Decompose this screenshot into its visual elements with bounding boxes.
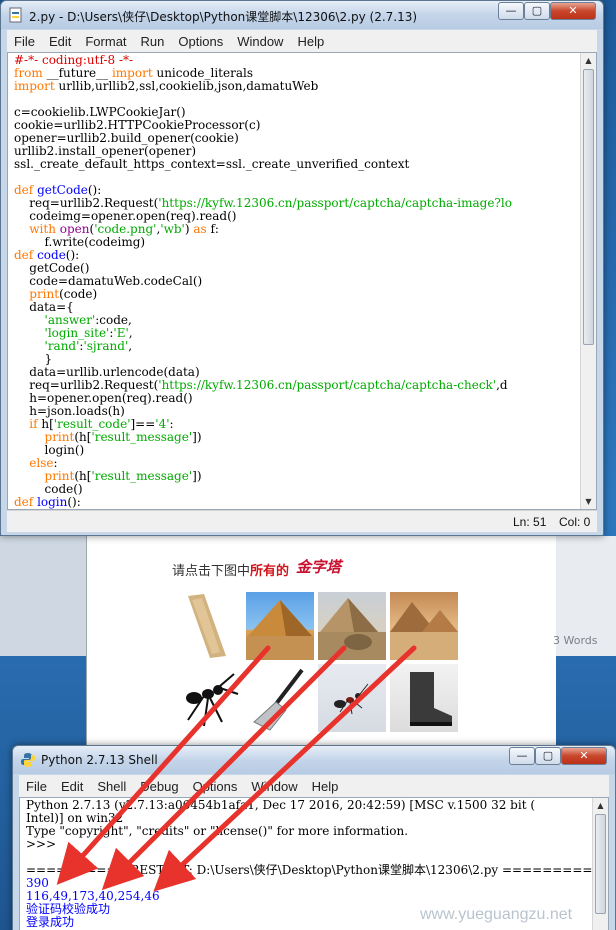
captcha-success-message: 验证码校验成功: [26, 902, 111, 916]
shell-scrollbar[interactable]: ▲: [592, 798, 608, 930]
captcha-tile-boot[interactable]: [390, 664, 458, 732]
column-number: Col: 0: [559, 515, 591, 529]
scrollbar-thumb[interactable]: [595, 814, 606, 914]
python-icon: [21, 753, 35, 767]
captcha-tile-pyramid-1[interactable]: [246, 592, 314, 660]
minimize-button[interactable]: —: [509, 747, 535, 765]
menu-format[interactable]: Format: [78, 30, 133, 49]
code-text[interactable]: #-*- coding:utf-8 -*- from __future__ im…: [8, 53, 596, 509]
captcha-tile-spatula[interactable]: [246, 664, 314, 732]
captcha-tile-wood-strip[interactable]: [174, 592, 242, 660]
editor-menubar: File Edit Format Run Options Window Help: [7, 30, 597, 52]
menu-shell[interactable]: Shell: [90, 775, 133, 794]
scrollbar-thumb[interactable]: [583, 69, 594, 345]
close-button[interactable]: ✕: [561, 747, 607, 765]
captcha-coords-output: 116,49,173,40,254,46: [26, 889, 160, 903]
menu-help[interactable]: Help: [290, 30, 331, 49]
menu-options[interactable]: Options: [171, 30, 230, 49]
shell-banner-line: Intel)] on win32: [26, 811, 124, 825]
shell-banner-line: Python 2.7.13 (v2.7.13:a06454b1afa1, Dec…: [26, 798, 536, 812]
watermark: www.yueguangzu.net: [420, 906, 573, 923]
scroll-up-arrow[interactable]: ▲: [593, 798, 608, 813]
captcha-target-word: 金字塔: [296, 558, 342, 576]
scroll-up-arrow[interactable]: ▲: [581, 53, 596, 68]
captcha-tile-ant-1[interactable]: [174, 664, 242, 732]
menu-window[interactable]: Window: [230, 30, 290, 49]
menu-file[interactable]: File: [7, 30, 42, 49]
maximize-button[interactable]: ▢: [524, 2, 550, 20]
menu-help[interactable]: Help: [305, 775, 346, 794]
background-window-left: [0, 536, 86, 656]
close-button[interactable]: ✕: [550, 2, 596, 20]
shell-title: Python 2.7.13 Shell: [41, 753, 158, 767]
login-success-message: 登录成功: [26, 915, 75, 929]
restart-line: ========== RESTART: D:\Users\侠仔\Desktop\…: [26, 863, 603, 877]
word-count-label: 3 Words: [553, 634, 598, 647]
minimize-button[interactable]: —: [498, 2, 524, 20]
maximize-button[interactable]: ▢: [535, 747, 561, 765]
menu-debug[interactable]: Debug: [133, 775, 185, 794]
editor-title: 2.py - D:\Users\侠仔\Desktop\Python课堂脚本\12…: [29, 10, 418, 24]
menu-file[interactable]: File: [19, 775, 54, 794]
code-editor[interactable]: #-*- coding:utf-8 -*- from __future__ im…: [7, 52, 597, 510]
editor-scrollbar[interactable]: ▲ ▼: [580, 53, 596, 509]
menu-edit[interactable]: Edit: [42, 30, 78, 49]
captcha-code-output: 390: [26, 876, 49, 890]
line-number: Ln: 51: [513, 515, 547, 529]
captcha-prompt: 请点击下图中所有的: [172, 564, 290, 579]
scroll-down-arrow[interactable]: ▼: [581, 494, 596, 509]
shell-menubar: File Edit Shell Debug Options Window Help: [19, 775, 609, 797]
menu-run[interactable]: Run: [134, 30, 172, 49]
captcha-image: 请点击下图中所有的 金字塔: [170, 552, 464, 742]
shell-banner-line: Type "copyright", "credits" or "license(…: [26, 824, 409, 838]
editor-statusbar: Ln: 51 Col: 0: [7, 510, 597, 532]
captcha-tile-pyramids-desert[interactable]: [390, 592, 458, 660]
captcha-tile-pyramid-sphinx[interactable]: [318, 592, 386, 660]
shell-titlebar[interactable]: Python 2.7.13 Shell — ▢ ✕: [13, 746, 615, 774]
menu-edit[interactable]: Edit: [54, 775, 90, 794]
editor-titlebar[interactable]: 2.py - D:\Users\侠仔\Desktop\Python课堂脚本\12…: [1, 1, 603, 29]
editor-window: 2.py - D:\Users\侠仔\Desktop\Python课堂脚本\12…: [0, 0, 604, 536]
menu-options[interactable]: Options: [186, 775, 245, 794]
python-file-icon: [9, 7, 22, 23]
captcha-tile-ant-2[interactable]: [318, 664, 386, 732]
menu-window[interactable]: Window: [244, 775, 304, 794]
shell-prompt: >>>: [26, 837, 60, 851]
shell-window: Python 2.7.13 Shell — ▢ ✕ File Edit Shell D…: [12, 745, 616, 930]
